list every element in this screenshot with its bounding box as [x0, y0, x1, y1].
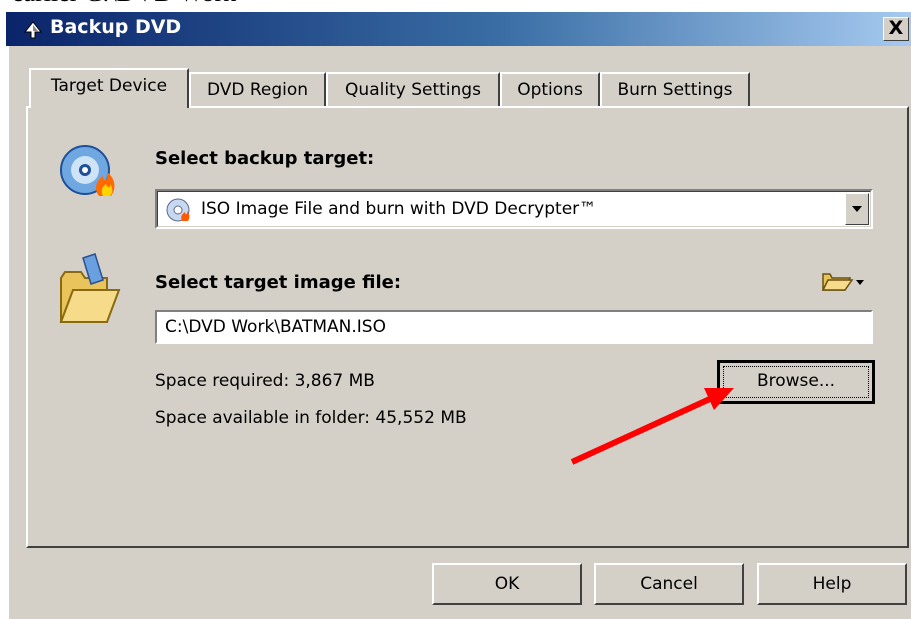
help-button[interactable]: Help [757, 563, 907, 605]
space-available-text: Space available in folder: 45,552 MB [155, 408, 467, 428]
cancel-button[interactable]: Cancel [594, 563, 744, 605]
close-button[interactable]: X [883, 17, 909, 41]
dropdown-arrow-button[interactable] [845, 193, 869, 225]
folder-dropdown-icon[interactable] [820, 268, 866, 294]
window-title: Backup DVD [50, 16, 182, 38]
tab-target-device[interactable]: Target Device [29, 68, 189, 108]
tab-burn-settings[interactable]: Burn Settings [600, 72, 750, 108]
app-logo-icon [23, 21, 43, 39]
tab-quality-settings[interactable]: Quality Settings [326, 72, 500, 108]
cropped-document-text: earlier C:\DVD Work [12, 0, 236, 8]
ok-button[interactable]: OK [432, 563, 582, 605]
browse-button-label: Browse... [723, 366, 869, 398]
iso-disc-icon [166, 198, 190, 222]
dvd-burn-icon [60, 145, 115, 196]
backup-target-select[interactable]: ISO Image File and burn with DVD Decrypt… [155, 189, 873, 229]
target-image-label: Select target image file: [155, 272, 402, 293]
browse-button[interactable]: Browse... [717, 360, 875, 404]
space-required-text: Space required: 3,867 MB [155, 371, 375, 391]
folder-open-icon [59, 253, 121, 323]
tab-options[interactable]: Options [500, 72, 600, 108]
image-file-path-input[interactable]: C:\DVD Work\BATMAN.ISO [155, 310, 873, 344]
backup-target-value: ISO Image File and burn with DVD Decrypt… [201, 199, 597, 219]
tab-dvd-region[interactable]: DVD Region [189, 72, 326, 108]
backup-target-label: Select backup target: [155, 148, 375, 169]
image-file-path-value: C:\DVD Work\BATMAN.ISO [165, 317, 386, 337]
